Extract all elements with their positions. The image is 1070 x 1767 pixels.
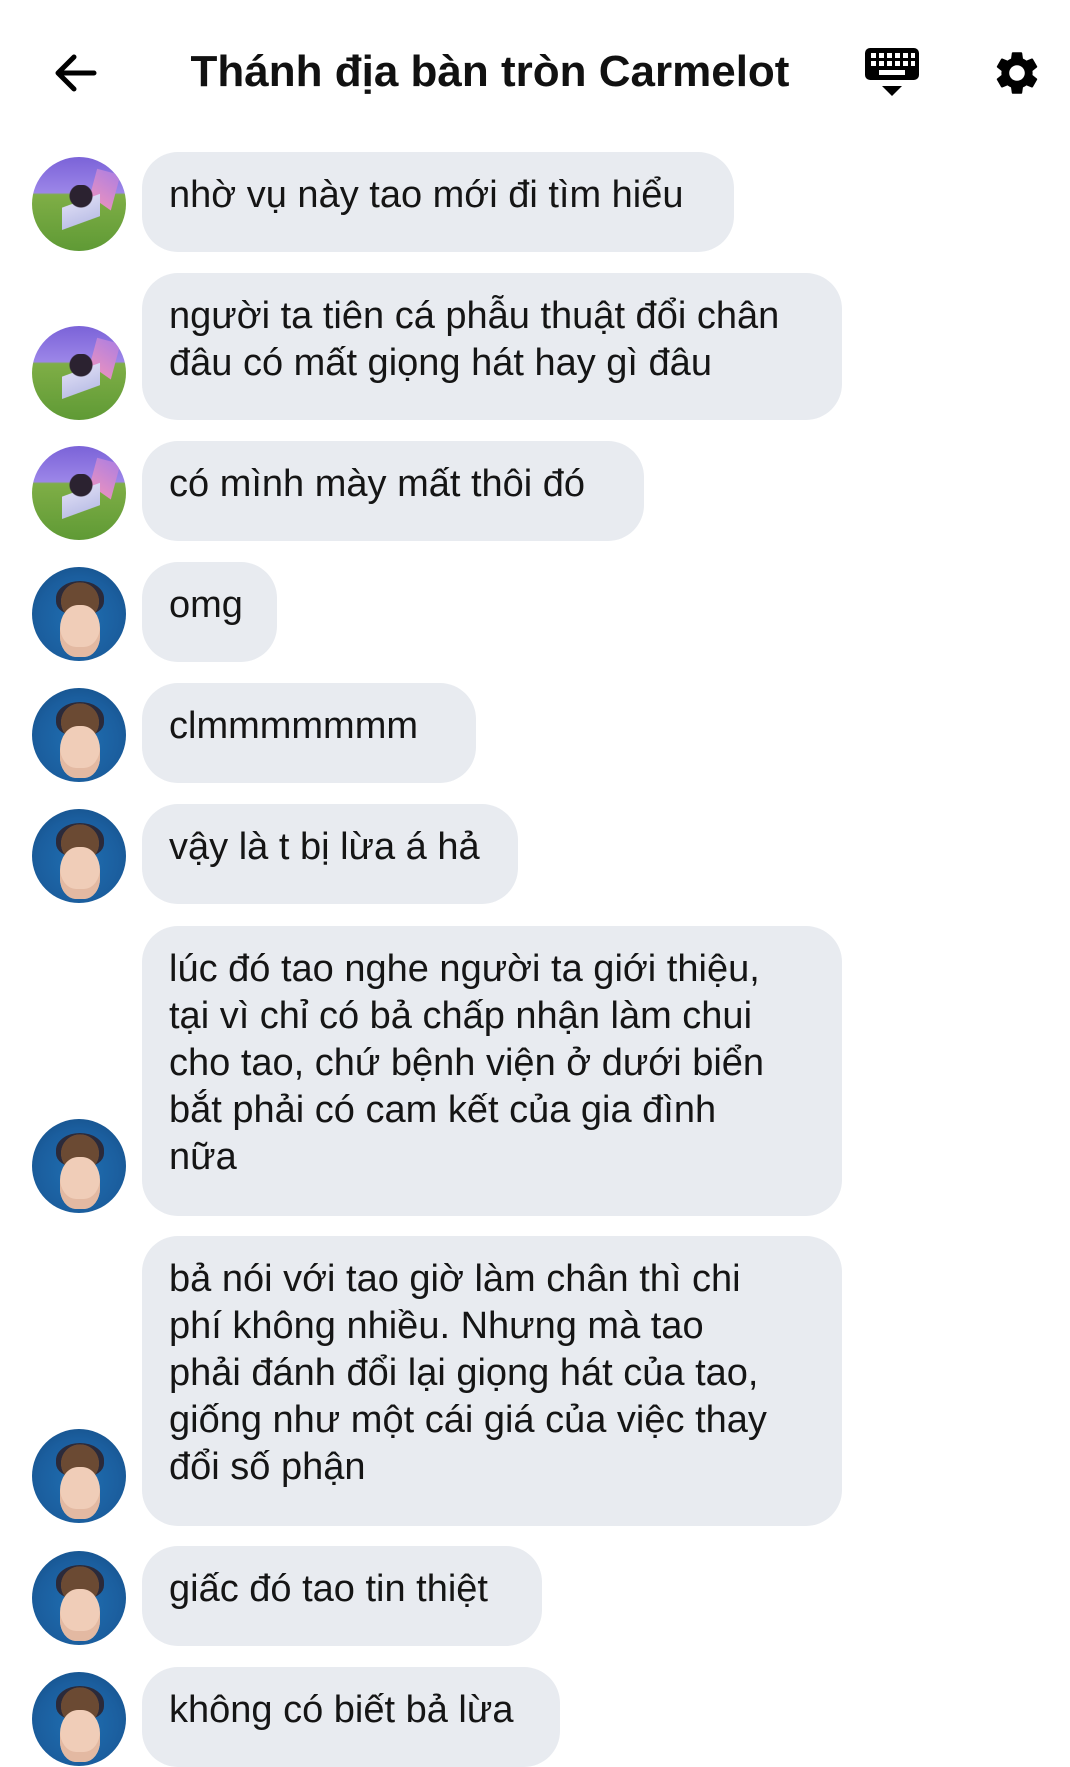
message-bubble[interactable]: lúc đó tao nghe người ta giới thiệu, tại… bbox=[142, 926, 842, 1216]
message-bubble[interactable]: omg bbox=[142, 562, 277, 662]
message-bubble[interactable]: bả nói với tao giờ làm chân thì chi phí … bbox=[142, 1236, 842, 1526]
avatar[interactable] bbox=[32, 1551, 126, 1645]
avatar[interactable] bbox=[32, 157, 126, 251]
avatar[interactable] bbox=[32, 688, 126, 782]
avatar[interactable] bbox=[32, 567, 126, 661]
avatar[interactable] bbox=[32, 809, 126, 903]
message-bubble[interactable]: người ta tiên cá phẫu thuật đổi chân đâu… bbox=[142, 273, 842, 420]
message-bubble[interactable]: không có biết bả lừa bbox=[142, 1667, 560, 1767]
gear-icon bbox=[996, 52, 1038, 94]
back-button[interactable] bbox=[44, 42, 106, 104]
message-bubble[interactable]: vậy là t bị lừa á hả bbox=[142, 804, 518, 904]
message-bubble[interactable]: có mình mày mất thôi đó bbox=[142, 441, 644, 541]
settings-button[interactable] bbox=[986, 42, 1048, 104]
avatar[interactable] bbox=[32, 326, 126, 420]
keyboard-button[interactable] bbox=[858, 42, 926, 104]
keyboard-icon bbox=[865, 48, 919, 96]
chat-header: Thánh địa bàn tròn Carmelot bbox=[0, 0, 1070, 140]
message-bubble[interactable]: nhờ vụ này tao mới đi tìm hiểu bbox=[142, 152, 734, 252]
arrow-left-icon bbox=[55, 54, 97, 92]
avatar[interactable] bbox=[32, 1119, 126, 1213]
conversation-title: Thánh địa bàn tròn Carmelot bbox=[190, 47, 790, 96]
avatar[interactable] bbox=[32, 1429, 126, 1523]
avatar[interactable] bbox=[32, 1672, 126, 1766]
message-bubble[interactable]: giấc đó tao tin thiệt bbox=[142, 1546, 542, 1646]
avatar[interactable] bbox=[32, 446, 126, 540]
message-bubble[interactable]: clmmmmmmm bbox=[142, 683, 476, 783]
